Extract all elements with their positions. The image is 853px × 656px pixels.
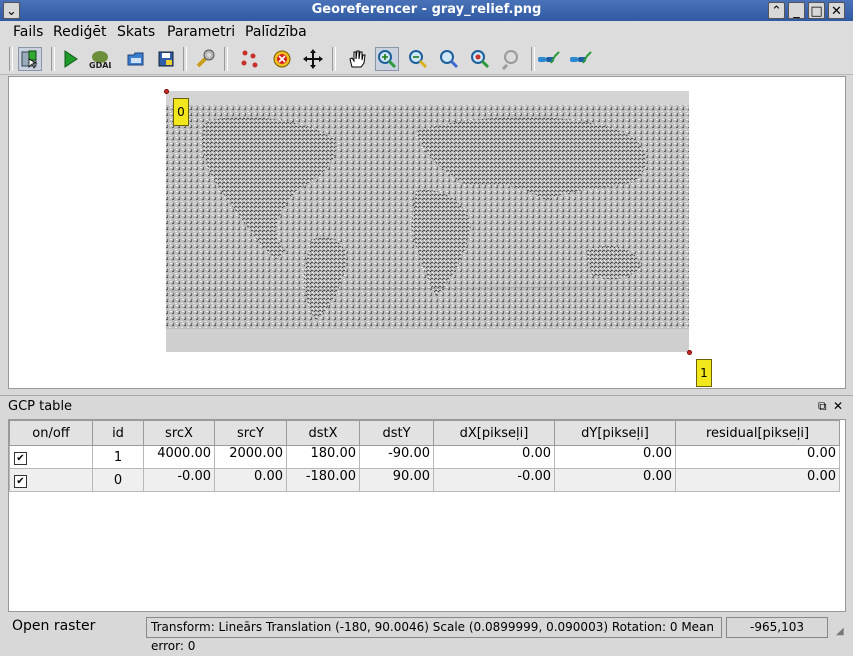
enable-checkbox[interactable]: ✔: [9, 468, 93, 492]
cell-residual[interactable]: 0.00: [675, 445, 840, 469]
cell-dy[interactable]: 0.00: [554, 468, 676, 492]
checkbox-checked-icon[interactable]: ✔: [14, 474, 27, 488]
menu-rediget[interactable]: Rediģēt: [53, 21, 106, 43]
window-titlebar: ⌄ Georeferencer - gray_relief.png ⌃ _ □ …: [0, 0, 853, 21]
gcp-table[interactable]: on/off id srcX srcY dstX dstY dX[pikseļi…: [8, 419, 846, 612]
gdal-script-icon[interactable]: GDAL: [87, 47, 111, 71]
cell-dy[interactable]: 0.00: [554, 445, 676, 469]
column-header-dstx[interactable]: dstX: [286, 420, 360, 446]
delete-point-icon[interactable]: [270, 47, 294, 71]
float-dock-icon[interactable]: ⧉: [818, 399, 827, 414]
column-header-dx[interactable]: dX[pikseļi]: [433, 420, 555, 446]
transform-info: Transform: Lineārs Translation (-180, 90…: [146, 617, 722, 653]
toolbar-separator: [531, 47, 535, 71]
settings-icon[interactable]: [193, 47, 217, 71]
raster-layer: [166, 91, 689, 352]
svg-text:GDAL: GDAL: [89, 61, 111, 70]
table-row[interactable]: ✔ 0 -0.00 0.00 -180.00 90.00 -0.00 0.00 …: [9, 468, 840, 492]
column-header-srcx[interactable]: srcX: [143, 420, 215, 446]
column-header-residual[interactable]: residual[pikseļi]: [675, 420, 840, 446]
menu-skats[interactable]: Skats: [117, 21, 155, 43]
table-row[interactable]: ✔ 1 4000.00 2000.00 180.00 -90.00 0.00 0…: [9, 445, 840, 469]
toolbar: GDAL: [0, 43, 853, 75]
zoom-in-icon[interactable]: [375, 47, 399, 71]
column-header-onoff[interactable]: on/off: [9, 420, 93, 446]
menu-palidziba[interactable]: Palīdzība: [245, 21, 307, 43]
gcp-point-1[interactable]: [687, 350, 692, 355]
cell-srcx[interactable]: 4000.00: [143, 445, 215, 469]
cell-srcy[interactable]: 2000.00: [214, 445, 287, 469]
toolbar-handle[interactable]: [224, 47, 228, 71]
menubar: Fails Rediģēt Skats Parametri Palīdzība: [0, 21, 853, 43]
toolbar-handle[interactable]: [51, 47, 55, 71]
shade-button[interactable]: ⌃: [768, 2, 785, 19]
cell-dx[interactable]: -0.00: [433, 468, 555, 492]
gcp-table-title: GCP table: [8, 399, 73, 414]
menu-parametri[interactable]: Parametri: [167, 21, 235, 43]
cell-id[interactable]: 0: [92, 468, 144, 492]
start-georeferencing-icon[interactable]: [58, 47, 82, 71]
zoom-out-icon[interactable]: [406, 47, 430, 71]
cell-id[interactable]: 1: [92, 445, 144, 469]
link-qgis-icon[interactable]: [569, 47, 593, 71]
cell-srcy[interactable]: 0.00: [214, 468, 287, 492]
close-dock-icon[interactable]: ✕: [833, 399, 843, 413]
cell-dstx[interactable]: -180.00: [286, 468, 360, 492]
coordinate-display: -965,103: [726, 617, 828, 638]
column-header-dy[interactable]: dY[pikseļi]: [554, 420, 676, 446]
gcp-table-dock-header: GCP table ⧉ ✕: [0, 395, 853, 418]
zoom-last-icon[interactable]: [468, 47, 492, 71]
map-canvas[interactable]: 0 1: [8, 76, 846, 389]
resize-grip-icon[interactable]: ◢: [836, 626, 844, 637]
cell-srcx[interactable]: -0.00: [143, 468, 215, 492]
zoom-to-layer-icon[interactable]: [437, 47, 461, 71]
toolbar-handle[interactable]: [9, 47, 13, 71]
zoom-next-icon[interactable]: [500, 47, 524, 71]
cell-dstx[interactable]: 180.00: [286, 445, 360, 469]
cell-residual[interactable]: 0.00: [675, 468, 840, 492]
link-georef-icon[interactable]: [537, 47, 561, 71]
gcp-point-0[interactable]: [164, 89, 169, 94]
window-title: Georeferencer - gray_relief.png: [311, 2, 542, 17]
close-window-button[interactable]: ✕: [828, 2, 845, 19]
open-raster-icon[interactable]: [18, 47, 42, 71]
minimize-button[interactable]: _: [788, 2, 805, 19]
statusbar: Open raster Transform: Lineārs Translati…: [0, 614, 853, 653]
enable-checkbox[interactable]: ✔: [9, 445, 93, 469]
gcp-label-0: 0: [173, 98, 189, 126]
save-gcp-icon[interactable]: [154, 47, 178, 71]
pan-icon[interactable]: [345, 47, 369, 71]
checkbox-checked-icon[interactable]: ✔: [14, 451, 27, 465]
column-header-srcy[interactable]: srcY: [214, 420, 287, 446]
column-header-id[interactable]: id: [92, 420, 144, 446]
add-point-icon[interactable]: [238, 47, 262, 71]
maximize-button[interactable]: □: [808, 2, 825, 19]
menu-fails[interactable]: Fails: [13, 21, 43, 43]
load-gcp-icon[interactable]: [124, 47, 148, 71]
column-header-dsty[interactable]: dstY: [359, 420, 434, 446]
status-message: Open raster: [12, 618, 96, 634]
gcp-label-1: 1: [696, 359, 712, 387]
cell-dsty[interactable]: -90.00: [359, 445, 434, 469]
cell-dx[interactable]: 0.00: [433, 445, 555, 469]
table-header-row: on/off id srcX srcY dstX dstY dX[pikseļi…: [9, 420, 840, 446]
cell-dsty[interactable]: 90.00: [359, 468, 434, 492]
toolbar-separator: [183, 47, 187, 71]
move-point-icon[interactable]: [301, 47, 325, 71]
toolbar-handle[interactable]: [332, 47, 336, 71]
